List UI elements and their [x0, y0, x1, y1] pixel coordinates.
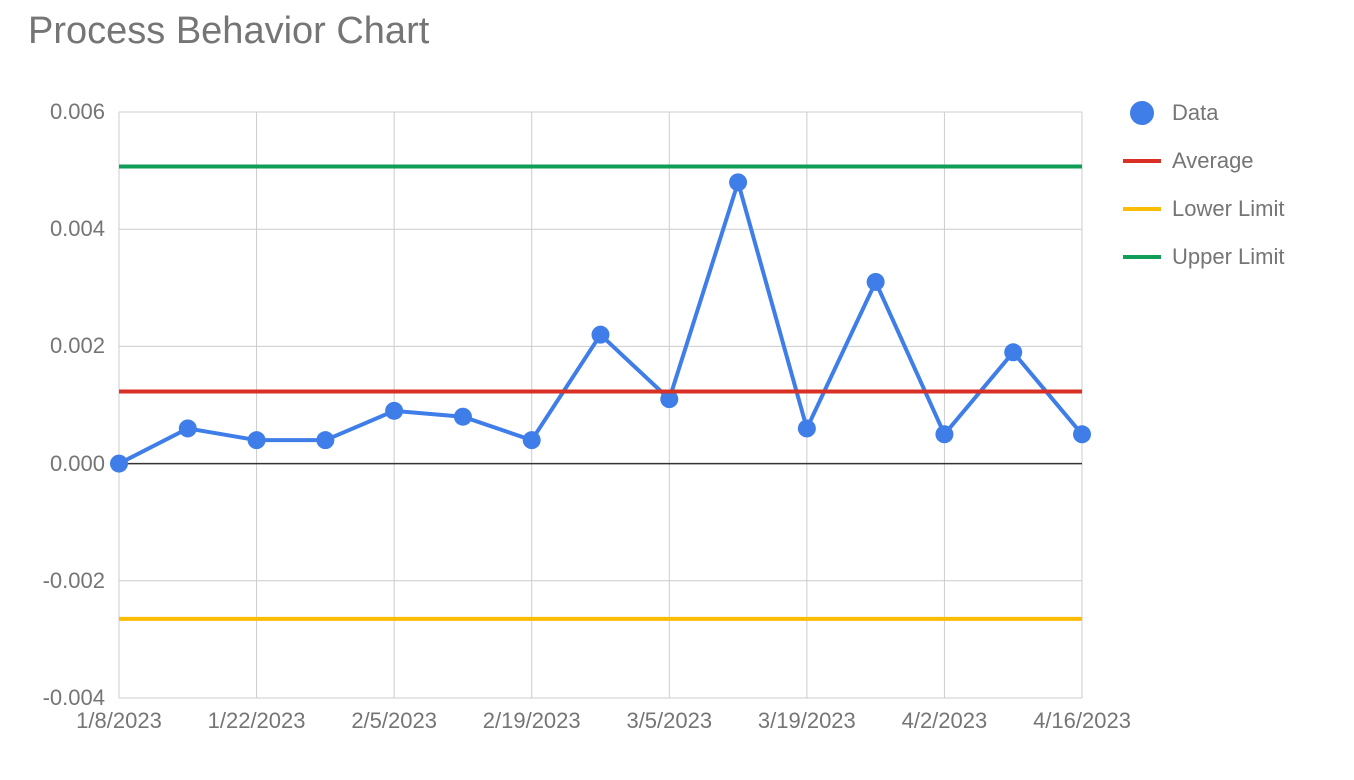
legend-label-upper-limit: Upper Limit — [1172, 244, 1284, 270]
legend-label-average: Average — [1172, 148, 1254, 174]
legend-item-average: Average — [1130, 148, 1284, 174]
y-tick-label: 0.006 — [50, 99, 119, 125]
x-tick-label: 2/5/2023 — [351, 698, 437, 734]
chart-svg — [119, 112, 1082, 698]
legend-label-lower-limit: Lower Limit — [1172, 196, 1284, 222]
x-tick-label: 4/16/2023 — [1033, 698, 1131, 734]
legend-marker-data — [1130, 101, 1154, 125]
x-tick-label: 1/22/2023 — [208, 698, 306, 734]
legend-item-lower-limit: Lower Limit — [1130, 196, 1284, 222]
chart-container: Process Behavior Chart -0.004-0.0020.000… — [0, 0, 1354, 780]
legend: Data Average Lower Limit Upper Limit — [1130, 100, 1284, 292]
x-tick-label: 1/8/2023 — [76, 698, 162, 734]
legend-marker-upper-limit — [1123, 255, 1161, 259]
legend-marker-lower-limit — [1123, 207, 1161, 211]
legend-item-upper-limit: Upper Limit — [1130, 244, 1284, 270]
x-tick-label: 3/19/2023 — [758, 698, 856, 734]
legend-label-data: Data — [1172, 100, 1218, 126]
chart-title: Process Behavior Chart — [28, 10, 429, 53]
x-tick-label: 4/2/2023 — [902, 698, 988, 734]
y-tick-label: 0.000 — [50, 451, 119, 477]
x-tick-label: 3/5/2023 — [626, 698, 712, 734]
y-tick-label: -0.002 — [43, 568, 119, 594]
legend-item-data: Data — [1130, 100, 1284, 126]
y-tick-label: 0.002 — [50, 333, 119, 359]
plot-area: -0.004-0.0020.0000.0020.0040.0061/8/2023… — [119, 112, 1082, 698]
x-tick-label: 2/19/2023 — [483, 698, 581, 734]
y-tick-label: 0.004 — [50, 216, 119, 242]
legend-marker-average — [1123, 159, 1161, 163]
